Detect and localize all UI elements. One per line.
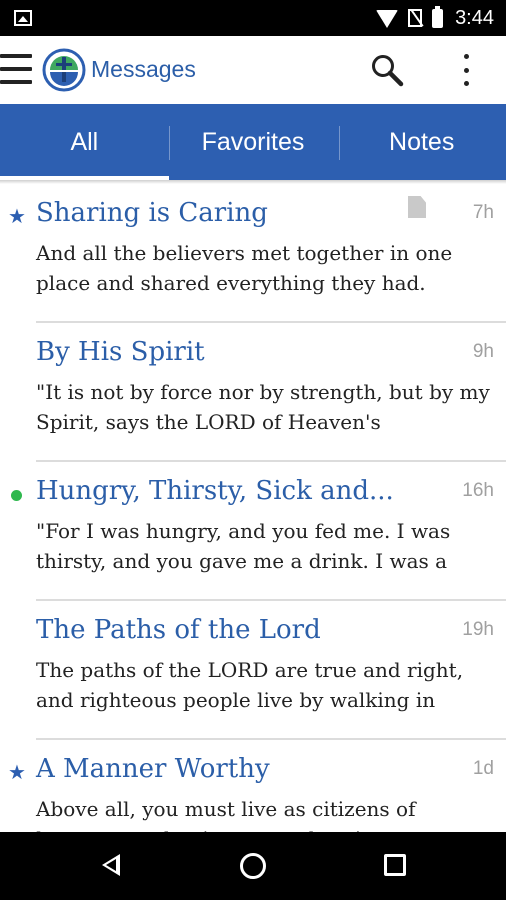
hamburger-icon[interactable]: [0, 51, 32, 87]
church-logo-icon: [42, 48, 86, 92]
status-icons: 3:44: [376, 0, 494, 36]
no-sim-icon: [408, 9, 423, 27]
message-preview: "For I was hungry, and you fed me. I was…: [36, 519, 451, 573]
more-vert-icon[interactable]: [456, 54, 476, 86]
message-time: 16h: [462, 480, 494, 501]
home-icon[interactable]: [240, 853, 266, 879]
message-title: By His Spirit: [36, 337, 205, 367]
wifi-icon: [376, 10, 399, 28]
recent-apps-icon[interactable]: [384, 854, 406, 876]
tab-divider: [339, 126, 340, 160]
message-title: A Manner Worthy: [36, 754, 270, 784]
star-icon: ★: [8, 762, 26, 784]
message-title: The Paths of the Lord: [36, 615, 321, 645]
message-preview: "It is not by force nor by strength, but…: [36, 380, 490, 434]
message-time: 1d: [472, 758, 494, 779]
message-preview: The paths of the LORD are true and right…: [36, 658, 464, 712]
list-item[interactable]: ★ A Manner Worthy 1d Above all, you must…: [0, 740, 506, 832]
list-item[interactable]: ★ Sharing is Caring 7h And all the belie…: [0, 184, 506, 323]
status-bar: 3:44: [0, 0, 506, 36]
tab-label: All: [70, 127, 99, 156]
search-icon[interactable]: [370, 53, 404, 87]
list-item[interactable]: The Paths of the Lord 19h The paths of t…: [0, 601, 506, 740]
note-icon: [408, 196, 426, 218]
message-time: 9h: [472, 341, 494, 362]
tab-label: Favorites: [201, 127, 305, 156]
message-list[interactable]: ★ Sharing is Caring 7h And all the belie…: [0, 184, 506, 832]
battery-icon: [432, 5, 444, 28]
tab-bar: All Favorites Notes: [0, 104, 506, 180]
tab-label: Notes: [389, 127, 455, 156]
message-preview: Above all, you must live as citizens of …: [36, 797, 477, 832]
star-icon: ★: [8, 206, 26, 228]
list-item[interactable]: Hungry, Thirsty, Sick and... 16h "For I …: [0, 462, 506, 601]
message-title: Hungry, Thirsty, Sick and...: [36, 476, 394, 506]
image-notification-icon: [14, 10, 32, 26]
back-icon[interactable]: [102, 854, 120, 876]
message-title: Sharing is Caring: [36, 198, 268, 228]
message-time: 19h: [462, 619, 494, 640]
status-time: 3:44: [455, 6, 494, 29]
list-item[interactable]: By His Spirit 9h "It is not by force nor…: [0, 323, 506, 462]
unread-dot-icon: [11, 490, 22, 501]
page-title: Messages: [91, 56, 196, 82]
tab-all[interactable]: All: [0, 104, 169, 180]
system-nav-bar: [0, 832, 506, 900]
tab-divider: [169, 126, 170, 160]
tab-notes[interactable]: Notes: [337, 104, 506, 180]
message-time: 7h: [472, 202, 494, 223]
tab-favorites[interactable]: Favorites: [169, 104, 338, 180]
app-bar: Messages: [0, 36, 506, 104]
message-preview: And all the believers met together in on…: [36, 241, 453, 295]
